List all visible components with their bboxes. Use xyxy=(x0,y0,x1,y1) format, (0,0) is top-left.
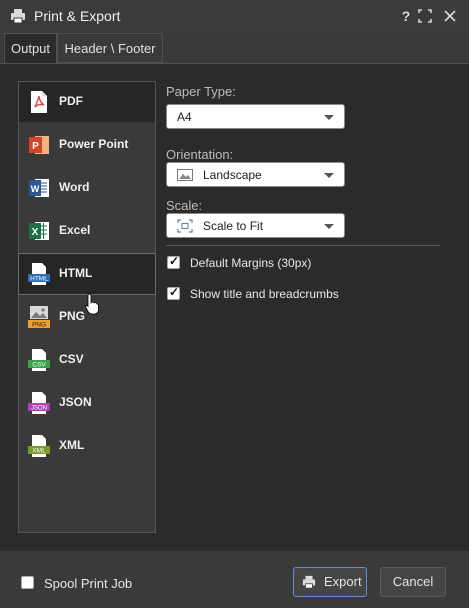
excel-icon: X xyxy=(29,222,49,240)
dialog-footer: Spool Print Job Export Cancel xyxy=(0,551,469,608)
svg-text:JSON: JSON xyxy=(31,406,47,412)
format-label-html: HTML xyxy=(59,266,93,280)
close-icon[interactable] xyxy=(443,9,457,23)
pdf-icon xyxy=(31,91,47,113)
hand-cursor-icon xyxy=(85,293,99,315)
format-label-word: Word xyxy=(59,180,90,194)
maximize-icon[interactable] xyxy=(418,9,432,23)
csv-icon: CSV xyxy=(28,349,50,371)
help-icon[interactable]: ? xyxy=(396,6,416,26)
format-item-pdf[interactable]: PDF xyxy=(19,82,155,122)
checkmark-icon: ✓ xyxy=(169,285,180,299)
printer-icon xyxy=(302,575,316,589)
chevron-down-icon xyxy=(324,173,334,178)
format-label-json: JSON xyxy=(59,395,92,409)
format-label-csv: CSV xyxy=(59,352,84,366)
chevron-down-icon xyxy=(324,224,334,229)
xml-icon: XML xyxy=(28,435,50,457)
format-item-xml[interactable]: XML XML xyxy=(19,426,155,466)
format-item-excel[interactable]: X Excel xyxy=(19,211,155,251)
format-label-pdf: PDF xyxy=(59,94,83,108)
svg-text:P: P xyxy=(32,141,39,152)
fit-icon xyxy=(177,219,193,233)
window-title: Print & Export xyxy=(34,8,121,24)
paper-type-label: Paper Type: xyxy=(166,84,236,99)
export-button[interactable]: Export xyxy=(293,567,367,597)
format-item-json[interactable]: JSON JSON xyxy=(19,383,155,423)
export-button-label: Export xyxy=(324,574,362,589)
orientation-select[interactable]: Landscape xyxy=(166,162,345,187)
format-label-png: PNG xyxy=(59,309,86,323)
scale-label: Scale: xyxy=(166,198,203,213)
paper-type-select[interactable]: A4 xyxy=(166,104,345,129)
tab-header-footer[interactable]: Header \ Footer xyxy=(57,33,163,63)
cancel-button[interactable]: Cancel xyxy=(380,567,446,597)
format-label-excel: Excel xyxy=(59,223,91,237)
format-item-html[interactable]: HTML HTML xyxy=(18,253,156,295)
svg-text:PNG: PNG xyxy=(32,322,46,329)
word-icon: W xyxy=(29,179,49,197)
format-item-powerpoint[interactable]: P Power Point xyxy=(19,125,155,165)
scale-select[interactable]: Scale to Fit xyxy=(166,213,345,238)
orientation-label: Orientation: xyxy=(166,147,234,162)
tab-output[interactable]: Output xyxy=(4,33,57,63)
landscape-image-icon xyxy=(177,169,193,181)
svg-text:W: W xyxy=(31,184,40,194)
checkmark-icon: ✓ xyxy=(169,254,180,268)
format-label-powerpoint: Power Point xyxy=(59,137,129,151)
powerpoint-icon: P xyxy=(29,136,49,154)
format-label-xml: XML xyxy=(59,438,85,452)
chevron-down-icon xyxy=(324,115,334,120)
show-title-checkbox[interactable]: ✓ xyxy=(167,285,180,300)
format-item-word[interactable]: W Word xyxy=(19,168,155,208)
png-icon: PNG xyxy=(28,306,50,329)
html-icon: HTML xyxy=(28,263,50,285)
svg-text:X: X xyxy=(32,227,39,238)
tab-bar: Output Header \ Footer xyxy=(0,33,469,63)
format-item-csv[interactable]: CSV CSV xyxy=(19,340,155,380)
svg-text:HTML: HTML xyxy=(30,276,48,283)
svg-text:XML: XML xyxy=(32,448,46,455)
default-margins-checkbox[interactable]: ✓ xyxy=(167,254,180,269)
default-margins-label: Default Margins (30px) xyxy=(190,256,312,270)
scale-value: Scale to Fit xyxy=(203,219,264,233)
svg-text:CSV: CSV xyxy=(32,362,46,369)
spool-print-job-checkbox[interactable] xyxy=(21,576,34,589)
show-title-label: Show title and breadcrumbs xyxy=(190,287,339,301)
orientation-value: Landscape xyxy=(203,168,262,182)
divider xyxy=(166,245,440,246)
printer-icon xyxy=(11,9,25,24)
json-icon: JSON xyxy=(28,392,50,414)
paper-type-value: A4 xyxy=(177,110,192,124)
title-bar: Print & Export ? xyxy=(0,0,469,32)
spool-print-job-label: Spool Print Job xyxy=(44,576,133,591)
